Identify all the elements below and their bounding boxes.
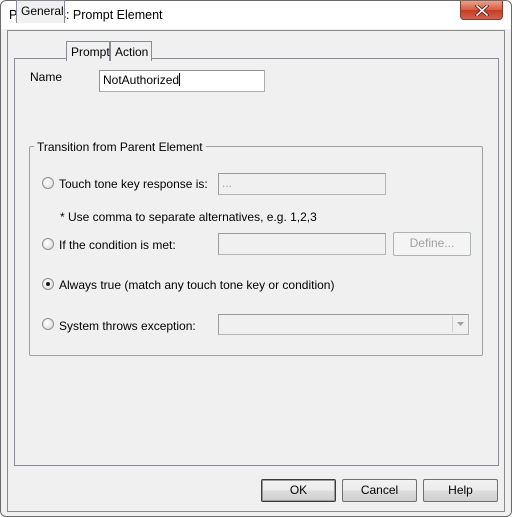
ok-button[interactable]: OK [261, 479, 336, 502]
close-x-icon [474, 4, 489, 16]
title-bar: Properties: Prompt Element [1, 1, 511, 29]
text-caret [179, 73, 181, 86]
groupbox-title: Transition from Parent Element [34, 140, 206, 154]
condition-radio[interactable] [42, 238, 54, 250]
radio-selected-dot [46, 282, 50, 286]
tab-general-label: General [21, 4, 64, 18]
tab-prompt-label: Prompt [71, 45, 110, 59]
always-true-label: Always true (match any touch tone key or… [59, 278, 335, 292]
cancel-button-label: Cancel [360, 483, 399, 497]
close-button[interactable] [460, 1, 503, 20]
exception-radio[interactable] [42, 318, 54, 330]
touch-tone-input[interactable]: ... [218, 173, 386, 195]
always-true-radio[interactable] [42, 278, 54, 290]
chevron-down-icon[interactable] [452, 316, 467, 332]
touch-tone-radio[interactable] [42, 177, 54, 189]
exception-dropdown[interactable] [218, 314, 469, 335]
cancel-button[interactable]: Cancel [342, 479, 417, 502]
exception-label: System throws exception: [59, 319, 196, 333]
name-label: Name [30, 70, 63, 84]
name-input-value: NotAuthorized [103, 73, 180, 87]
touch-tone-input-value: ... [222, 176, 233, 190]
define-button[interactable]: Define... [393, 232, 471, 256]
condition-input[interactable] [218, 233, 386, 255]
name-input[interactable]: NotAuthorized [99, 70, 265, 92]
tab-prompt[interactable]: Prompt [66, 41, 110, 61]
help-button-label: Help [448, 483, 473, 497]
condition-label: If the condition is met: [59, 238, 176, 252]
tab-general[interactable]: General [16, 0, 65, 23]
tab-action[interactable]: Action [110, 41, 152, 61]
ok-button-label: OK [289, 483, 308, 497]
hint-text: * Use comma to separate alternatives, e.… [60, 210, 317, 224]
touch-tone-label: Touch tone key response is: [59, 177, 208, 191]
tab-action-label: Action [115, 45, 149, 59]
define-button-label: Define... [409, 236, 455, 250]
help-button[interactable]: Help [423, 479, 498, 502]
